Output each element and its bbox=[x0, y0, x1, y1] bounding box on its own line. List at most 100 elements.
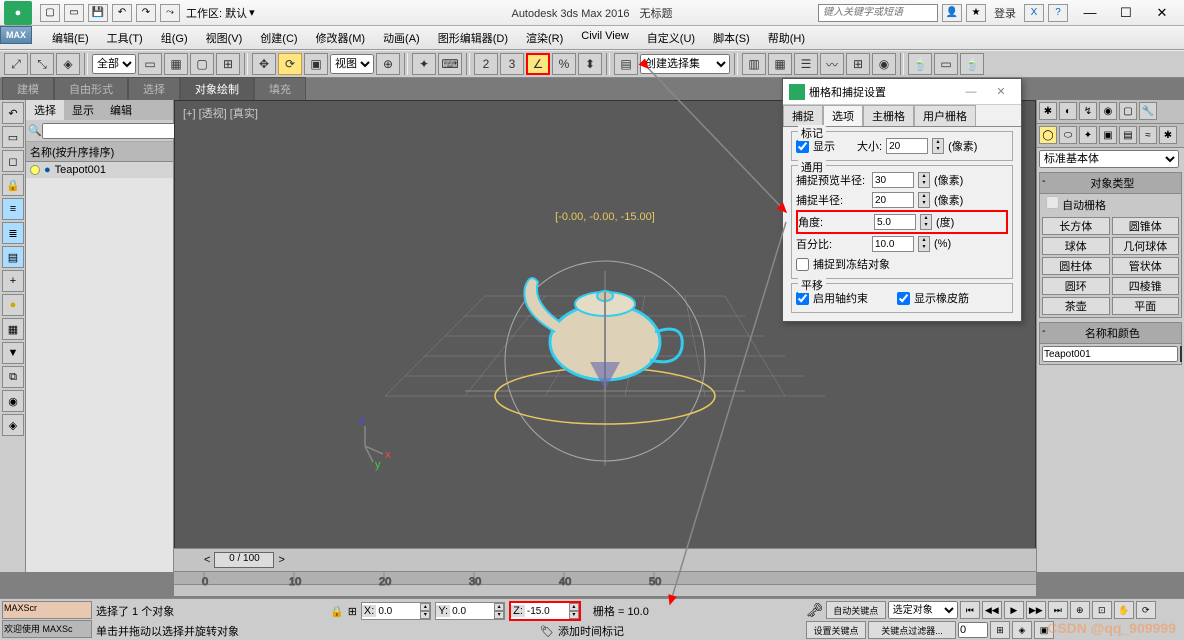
dialog-close[interactable]: ✕ bbox=[987, 82, 1015, 102]
lt-layer2-icon[interactable]: ≣ bbox=[2, 222, 24, 244]
minimize-button[interactable]: — bbox=[1072, 1, 1108, 25]
coord-x-input[interactable] bbox=[376, 603, 420, 619]
max-badge[interactable]: MAX bbox=[0, 26, 32, 44]
ribbon-tab-fill[interactable]: 填充 bbox=[254, 77, 306, 101]
tb-undo-icon[interactable]: ↶ bbox=[112, 4, 132, 22]
tag-icon[interactable]: 🏷 bbox=[540, 625, 554, 638]
add-time-tag[interactable]: 添加时间标记 bbox=[558, 623, 624, 639]
object-name-input[interactable] bbox=[1042, 346, 1178, 362]
create-tab-icon[interactable]: ✱ bbox=[1039, 102, 1057, 120]
dlg-tab-usergrid[interactable]: 用户栅格 bbox=[914, 105, 976, 126]
select-region-icon[interactable]: ▢ bbox=[190, 53, 214, 75]
help-icon[interactable]: ? bbox=[1048, 4, 1068, 22]
goto-start-icon[interactable]: ⏮ bbox=[960, 601, 980, 619]
prim-teapot[interactable]: 茶壶 bbox=[1042, 297, 1110, 315]
menu-help[interactable]: 帮助(H) bbox=[760, 27, 813, 49]
schematic-icon[interactable]: ⊞ bbox=[846, 53, 870, 75]
tb-link-icon[interactable]: ⤳ bbox=[160, 4, 180, 22]
prim-box[interactable]: 长方体 bbox=[1042, 217, 1110, 235]
menu-graph[interactable]: 图形编辑器(D) bbox=[430, 27, 516, 49]
size-input[interactable] bbox=[886, 138, 928, 154]
maximize-button[interactable]: ☐ bbox=[1108, 1, 1144, 25]
tb-new-icon[interactable]: ▢ bbox=[40, 4, 60, 22]
time-prev-icon[interactable]: < bbox=[204, 554, 210, 566]
key-icon[interactable]: 🗝 bbox=[806, 602, 824, 619]
tb-save-icon[interactable]: 💾 bbox=[88, 4, 108, 22]
snap-preview-input[interactable] bbox=[872, 172, 914, 188]
key-target[interactable]: 选定对象 bbox=[888, 601, 958, 619]
link-icon[interactable]: ⤢ bbox=[4, 53, 28, 75]
lt-sphere-icon[interactable]: ◉ bbox=[2, 390, 24, 412]
menu-custom[interactable]: 自定义(U) bbox=[639, 27, 703, 49]
visibility-icon[interactable] bbox=[30, 165, 40, 175]
zoom-ext-icon[interactable]: ⊞ bbox=[990, 621, 1010, 639]
ribbon-tab-select[interactable]: 选择 bbox=[128, 77, 180, 101]
time-slider[interactable]: 0 / 100 bbox=[214, 552, 274, 568]
nav-2-icon[interactable]: ⊡ bbox=[1092, 601, 1112, 619]
primitive-category[interactable]: 标准基本体 bbox=[1039, 150, 1179, 168]
ref-coord[interactable]: 视图 bbox=[330, 54, 374, 74]
nav-1-icon[interactable]: ⊕ bbox=[1070, 601, 1090, 619]
spinner[interactable]: ▴▾ bbox=[918, 192, 930, 208]
prim-pyramid[interactable]: 四棱锥 bbox=[1112, 277, 1180, 295]
snap-2d-icon[interactable]: 2 bbox=[474, 53, 498, 75]
modify-tab-icon[interactable]: ◐ bbox=[1059, 102, 1077, 120]
lt-grid-icon[interactable]: ▦ bbox=[2, 318, 24, 340]
utility-tab-icon[interactable]: 🔧 bbox=[1139, 102, 1157, 120]
rubber-checkbox[interactable] bbox=[897, 292, 910, 305]
systems-icon[interactable]: ✱ bbox=[1159, 126, 1177, 144]
nav-3-icon[interactable]: ✋ bbox=[1114, 601, 1134, 619]
rotate-icon[interactable]: ⟳ bbox=[278, 53, 302, 75]
search-icon[interactable]: 🔍 bbox=[28, 124, 42, 137]
lock-icon[interactable]: 🔒 bbox=[330, 605, 344, 618]
zoom-all-icon[interactable]: ◈ bbox=[1012, 621, 1032, 639]
dlg-tab-homegrid[interactable]: 主栅格 bbox=[863, 105, 914, 126]
timeline[interactable]: < 0 / 100 > 0 10 20 30 40 50 bbox=[174, 548, 1036, 596]
menu-script[interactable]: 脚本(S) bbox=[705, 27, 758, 49]
prim-torus[interactable]: 圆环 bbox=[1042, 277, 1110, 295]
dialog-minimize[interactable]: — bbox=[957, 82, 985, 102]
menu-create[interactable]: 创建(C) bbox=[252, 27, 305, 49]
cameras-icon[interactable]: ▣ bbox=[1099, 126, 1117, 144]
render-setup-icon[interactable]: 🍵 bbox=[908, 53, 932, 75]
prim-plane[interactable]: 平面 bbox=[1112, 297, 1180, 315]
lt-layer1-icon[interactable]: ≡ bbox=[2, 198, 24, 220]
lt-copy-icon[interactable]: ⧉ bbox=[2, 366, 24, 388]
scale-icon[interactable]: ▣ bbox=[304, 53, 328, 75]
angle-input[interactable] bbox=[874, 214, 916, 230]
tb-open-icon[interactable]: ▭ bbox=[64, 4, 84, 22]
spinner[interactable]: ▴▾ bbox=[918, 236, 930, 252]
lights-icon[interactable]: ✦ bbox=[1079, 126, 1097, 144]
helpers-icon[interactable]: ▤ bbox=[1119, 126, 1137, 144]
coord-z-input[interactable] bbox=[525, 603, 569, 619]
app-icon[interactable]: ● bbox=[4, 1, 32, 25]
render-frame-icon[interactable]: ▭ bbox=[934, 53, 958, 75]
star-icon[interactable]: ★ bbox=[966, 4, 986, 22]
lt-plus-icon[interactable]: + bbox=[2, 270, 24, 292]
display-tab-icon[interactable]: ▢ bbox=[1119, 102, 1137, 120]
menu-edit[interactable]: 编辑(E) bbox=[44, 27, 97, 49]
space-icon[interactable]: ≈ bbox=[1139, 126, 1157, 144]
snap-3d-icon[interactable]: 3 bbox=[500, 53, 524, 75]
menu-render[interactable]: 渲染(R) bbox=[518, 27, 571, 49]
comm-icon[interactable]: 👤 bbox=[942, 4, 962, 22]
layer-icon[interactable]: ☰ bbox=[794, 53, 818, 75]
dlg-tab-options[interactable]: 选项 bbox=[823, 105, 863, 126]
menu-modifier[interactable]: 修改器(M) bbox=[308, 27, 374, 49]
coord-y-input[interactable] bbox=[450, 603, 494, 619]
hierarchy-tab-icon[interactable]: ↯ bbox=[1079, 102, 1097, 120]
ribbon-tab-paint[interactable]: 对象绘制 bbox=[180, 77, 254, 101]
percent-input[interactable] bbox=[872, 236, 914, 252]
search-input[interactable] bbox=[818, 4, 938, 22]
curve-editor-icon[interactable]: 〰 bbox=[820, 53, 844, 75]
freeze-checkbox[interactable] bbox=[796, 258, 809, 271]
login-link[interactable]: 登录 bbox=[990, 5, 1020, 21]
geometry-icon[interactable]: ◯ bbox=[1039, 126, 1057, 144]
scene-sort-header[interactable]: 名称(按升序排序) bbox=[26, 142, 173, 162]
snap-radius-input[interactable] bbox=[872, 192, 914, 208]
ribbon-tab-free[interactable]: 自由形式 bbox=[54, 77, 128, 101]
lt-bulb-icon[interactable]: ● bbox=[2, 294, 24, 316]
selection-filter[interactable]: 全部 bbox=[92, 54, 136, 74]
unlink-icon[interactable]: ⤡ bbox=[30, 53, 54, 75]
prim-cone[interactable]: 圆锥体 bbox=[1112, 217, 1180, 235]
